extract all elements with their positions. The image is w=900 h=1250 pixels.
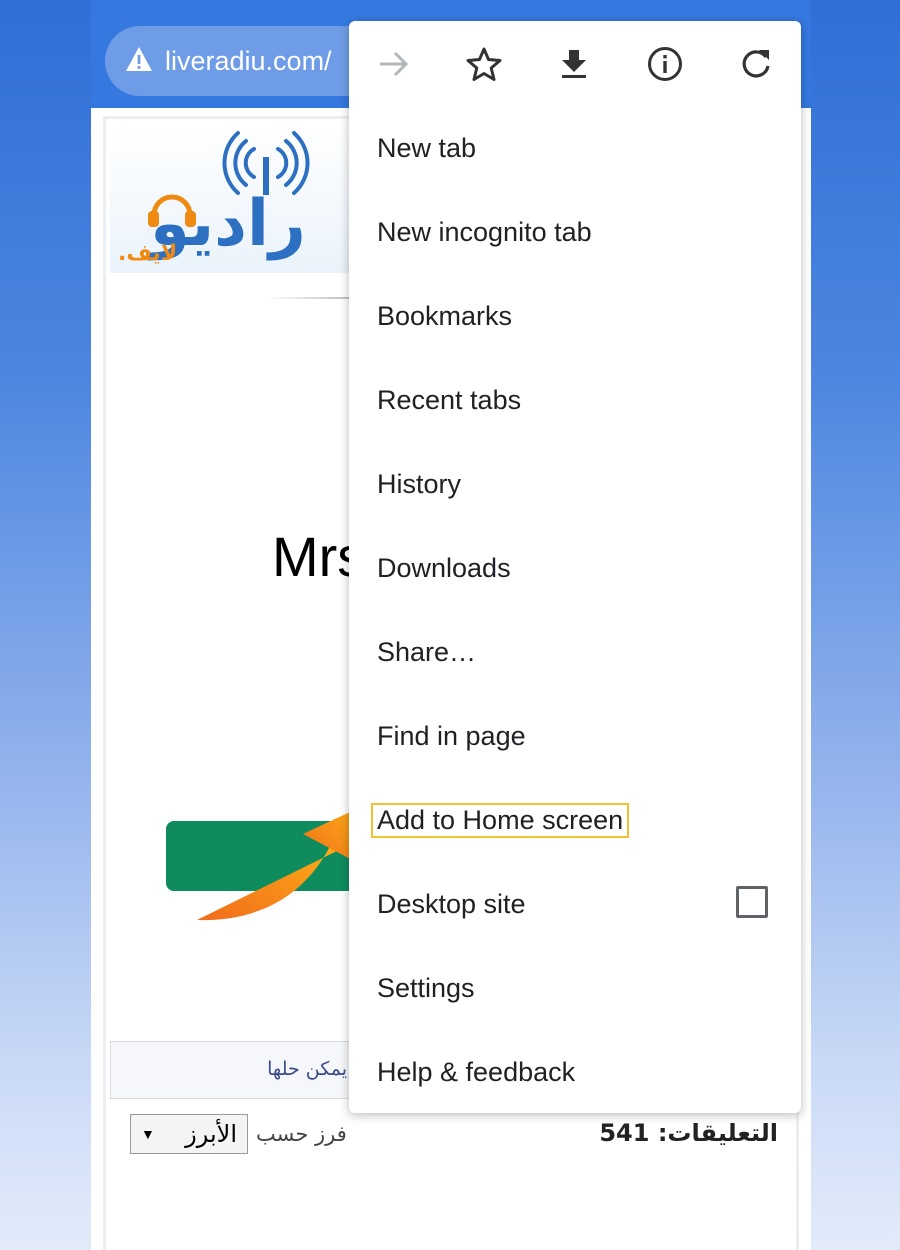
menu-item-help-feedback[interactable]: Help & feedback xyxy=(349,1030,801,1114)
menu-item-label: Bookmarks xyxy=(377,300,513,331)
menu-item-add-to-home-screen[interactable]: Add to Home screen xyxy=(349,778,801,862)
menu-item-find-in-page[interactable]: Find in page xyxy=(349,694,801,778)
menu-item-label: New tab xyxy=(377,132,477,163)
menu-item-downloads[interactable]: Downloads xyxy=(349,526,801,610)
comments-number: 541 xyxy=(599,1119,650,1147)
menu-item-label: Settings xyxy=(377,972,475,1003)
menu-item-label: New incognito tab xyxy=(377,216,592,247)
menu-item-new-incognito-tab[interactable]: New incognito tab xyxy=(349,190,801,274)
hint-box: يمكن حلها xyxy=(110,1041,360,1099)
reload-icon[interactable] xyxy=(736,44,776,84)
menu-item-label: Find in page xyxy=(377,720,526,751)
menu-icon-row xyxy=(349,21,801,107)
star-icon[interactable] xyxy=(464,44,504,84)
menu-item-label: History xyxy=(377,468,462,499)
sort-select-value: الأبرز xyxy=(185,1120,237,1148)
menu-item-history[interactable]: History xyxy=(349,442,801,526)
forward-icon[interactable] xyxy=(374,44,414,84)
menu-item-label: Recent tabs xyxy=(377,384,522,415)
site-logo[interactable]: راديو لايف. xyxy=(110,123,360,273)
menu-item-recent-tabs[interactable]: Recent tabs xyxy=(349,358,801,442)
warning-icon xyxy=(125,46,153,77)
menu-item-label: Desktop site xyxy=(377,888,526,919)
menu-item-share[interactable]: Share… xyxy=(349,610,801,694)
logo-subtext: لايف. xyxy=(118,241,178,266)
menu-item-bookmarks[interactable]: Bookmarks xyxy=(349,274,801,358)
menu-item-label: Downloads xyxy=(377,552,511,583)
download-icon[interactable] xyxy=(554,44,594,84)
url-text: liveradiu.com/ xyxy=(165,45,332,76)
menu-item-label: Add to Home screen xyxy=(371,802,630,838)
desktop-site-checkbox[interactable] xyxy=(736,886,768,918)
sort-label: فرز حسب xyxy=(256,1122,347,1146)
comments-label: التعليقات: xyxy=(657,1119,778,1147)
menu-item-settings[interactable]: Settings xyxy=(349,946,801,1030)
comments-count: التعليقات: 541 xyxy=(599,1119,778,1147)
menu-item-desktop-site[interactable]: Desktop site xyxy=(349,862,801,946)
menu-item-label: Help & feedback xyxy=(377,1056,576,1087)
menu-item-new-tab[interactable]: New tab xyxy=(349,106,801,190)
sort-select[interactable]: ▼ الأبرز xyxy=(130,1114,248,1154)
info-icon[interactable] xyxy=(645,44,685,84)
browser-menu: New tab New incognito tab Bookmarks Rece… xyxy=(349,21,801,1113)
hint-text: يمكن حلها xyxy=(267,1058,347,1080)
dropdown-arrow-icon: ▼ xyxy=(141,1126,155,1142)
menu-item-label: Share… xyxy=(377,636,477,667)
